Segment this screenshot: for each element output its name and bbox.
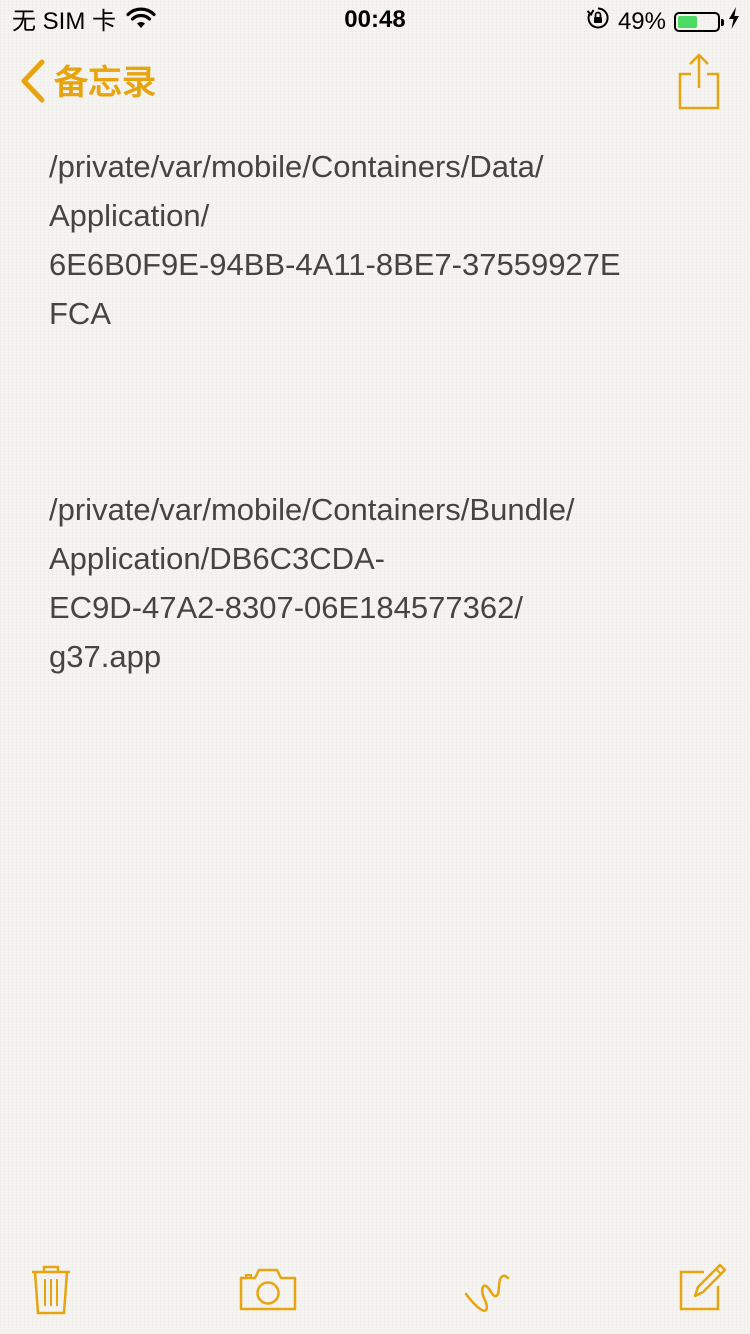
note-body[interactable]: /private/var/mobile/Containers/Data/ App…	[49, 142, 699, 681]
compose-icon	[678, 1263, 728, 1316]
battery-icon	[674, 11, 724, 32]
note-paragraph-data-path: /private/var/mobile/Containers/Data/ App…	[49, 142, 699, 338]
delete-button[interactable]	[30, 1264, 72, 1316]
note-line: 6E6B0F9E-94BB-4A11-8BE7-37559927E	[49, 247, 621, 282]
sketch-icon	[462, 1274, 512, 1320]
note-line: /private/var/mobile/Containers/Data/	[49, 149, 544, 184]
note-line: EC9D-47A2-8307-06E184577362/	[49, 590, 523, 625]
charging-bolt-icon	[728, 7, 740, 36]
camera-button[interactable]	[238, 1266, 298, 1312]
note-line: Application/DB6C3CDA-	[49, 541, 385, 576]
status-right: 49%	[586, 6, 740, 37]
note-line: g37.app	[49, 639, 162, 674]
orientation-lock-icon	[586, 6, 610, 37]
note-line: Application/	[49, 198, 210, 233]
battery-cap	[721, 18, 724, 26]
note-line: /private/var/mobile/Containers/Bundle/	[49, 492, 575, 527]
status-bar: 无 SIM 卡 00:48 49%	[0, 0, 750, 40]
camera-icon	[238, 1268, 298, 1316]
note-paragraph-bundle-path: /private/var/mobile/Containers/Bundle/ A…	[49, 485, 699, 681]
share-icon	[672, 53, 726, 116]
battery-percent: 49%	[617, 7, 666, 35]
back-button-label: 备忘录	[54, 64, 156, 102]
sketch-button[interactable]	[462, 1264, 512, 1316]
note-line: FCA	[49, 296, 111, 331]
back-button[interactable]: 备忘录	[18, 58, 156, 108]
share-button[interactable]	[672, 52, 726, 112]
battery-fill	[678, 15, 697, 28]
chevron-left-icon	[18, 58, 48, 109]
compose-button[interactable]	[678, 1262, 728, 1312]
trash-icon	[30, 1265, 72, 1320]
